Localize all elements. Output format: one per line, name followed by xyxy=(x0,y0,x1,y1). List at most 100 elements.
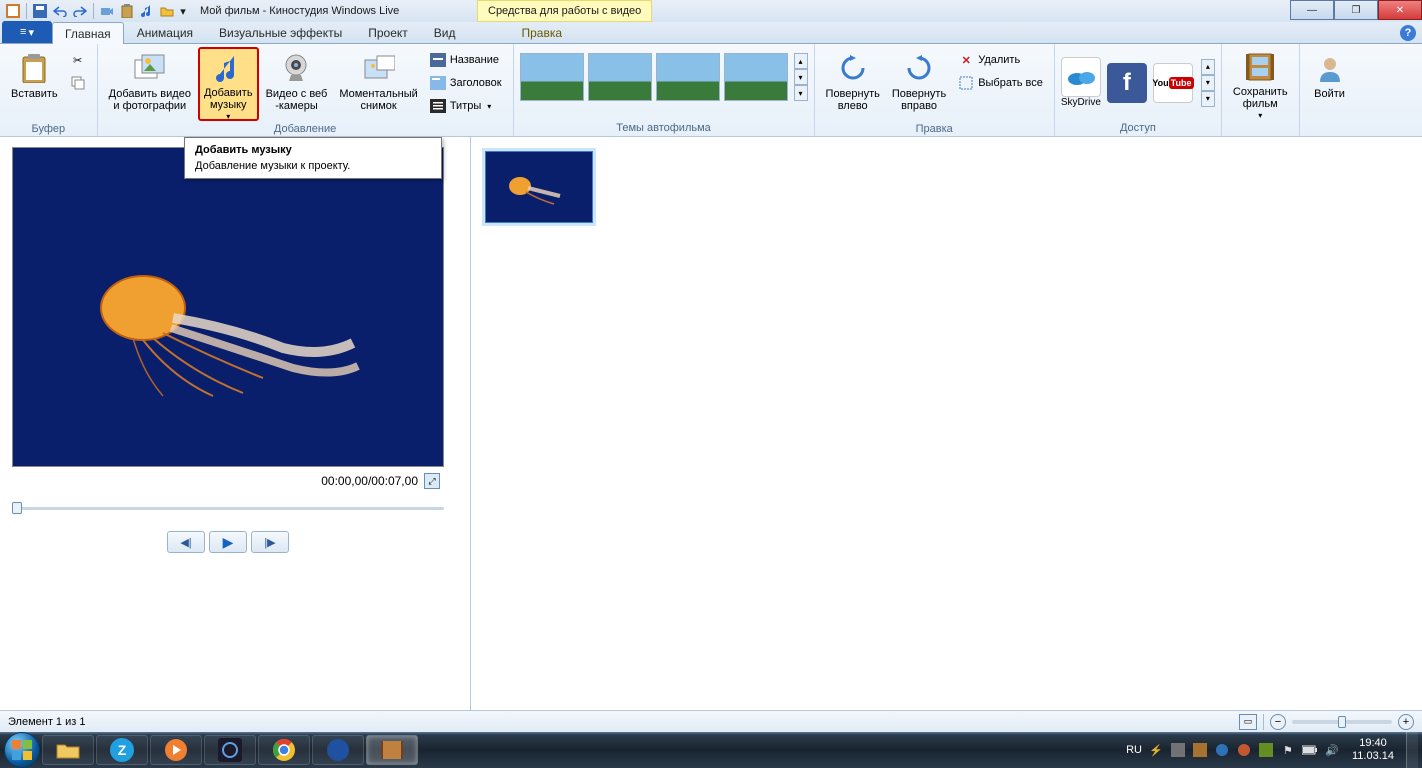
tab-animation[interactable]: Анимация xyxy=(124,21,206,43)
add-videos-photos-button[interactable]: Добавить видео и фотографии xyxy=(104,47,196,121)
quick-access-toolbar: ▾ xyxy=(0,2,192,20)
fullscreen-button[interactable]: ⤢ xyxy=(424,473,440,489)
tray-power-icon[interactable]: ⚡ xyxy=(1148,742,1164,758)
select-all-button[interactable]: Выбрать все xyxy=(953,72,1048,94)
qat-undo-icon[interactable] xyxy=(51,2,69,20)
youtube-button[interactable]: YouTube xyxy=(1153,63,1193,103)
qat-music-icon[interactable] xyxy=(138,2,156,20)
facebook-button[interactable]: f xyxy=(1107,63,1147,103)
group-buffer: Вставить ✂ Буфер xyxy=(0,44,98,136)
qat-redo-icon[interactable] xyxy=(71,2,89,20)
theme-thumb-3[interactable] xyxy=(656,53,720,101)
zoom-slider[interactable] xyxy=(1292,720,1392,724)
time-display: 00:00,00/00:07,00 xyxy=(321,474,418,488)
help-icon[interactable]: ? xyxy=(1400,25,1416,41)
qat-app-icon[interactable] xyxy=(4,2,22,20)
share-scroll-down[interactable]: ▾ xyxy=(1201,75,1215,91)
zoom-out-button[interactable]: − xyxy=(1270,714,1286,730)
tab-edit-context[interactable]: Правка xyxy=(508,21,575,43)
delete-button[interactable]: ✕Удалить xyxy=(953,49,1048,71)
qat-save-icon[interactable] xyxy=(31,2,49,20)
tab-visual-effects[interactable]: Визуальные эффекты xyxy=(206,21,355,43)
signin-button[interactable]: Войти xyxy=(1306,47,1354,121)
task-app-dark[interactable] xyxy=(204,735,256,765)
themes-expand[interactable]: ▾ xyxy=(794,85,808,101)
tray-icon-4[interactable] xyxy=(1236,742,1252,758)
rotate-right-button[interactable]: Повернуть вправо xyxy=(887,47,951,121)
rotate-right-icon xyxy=(903,52,935,84)
tab-project[interactable]: Проект xyxy=(355,21,421,43)
tray-flag-icon[interactable]: ⚑ xyxy=(1280,742,1296,758)
minimize-button[interactable]: — xyxy=(1290,0,1334,20)
tab-view[interactable]: Вид xyxy=(421,21,469,43)
task-media-player[interactable] xyxy=(150,735,202,765)
seek-thumb[interactable] xyxy=(12,502,22,514)
clip-thumbnail[interactable] xyxy=(485,151,593,223)
task-app-z[interactable]: Z xyxy=(96,735,148,765)
window-title: Мой фильм - Киностудия Windows Live xyxy=(200,5,399,17)
start-button[interactable] xyxy=(4,732,40,768)
tray-icon-1[interactable] xyxy=(1170,742,1186,758)
tab-home[interactable]: Главная xyxy=(52,22,124,44)
timeline-pane[interactable] xyxy=(470,137,1422,710)
add-title-button[interactable]: Название xyxy=(425,49,507,71)
play-button[interactable]: ▶ xyxy=(209,531,247,553)
ribbon: Вставить ✂ Буфер Добавить видео и фотогр… xyxy=(0,44,1422,137)
windows-logo-icon xyxy=(11,739,33,761)
snapshot-icon xyxy=(363,52,395,84)
snapshot-button[interactable]: Моментальный снимок xyxy=(334,47,422,121)
theme-thumb-4[interactable] xyxy=(724,53,788,101)
save-movie-button[interactable]: Сохранить фильм▾ xyxy=(1228,47,1293,121)
show-desktop-button[interactable] xyxy=(1406,732,1418,768)
webcam-video-button[interactable]: Видео с веб -камеры xyxy=(261,47,333,121)
tooltip: Добавить музыку Добавление музыки к прое… xyxy=(184,137,442,179)
qat-camera-icon[interactable] xyxy=(98,2,116,20)
seek-bar[interactable] xyxy=(12,501,444,515)
preview-monitor[interactable] xyxy=(12,147,444,467)
tray-volume-icon[interactable]: 🔊 xyxy=(1324,742,1340,758)
paste-button[interactable]: Вставить xyxy=(6,47,63,121)
add-heading-button[interactable]: Заголовок xyxy=(425,72,507,94)
tooltip-title: Добавить музыку xyxy=(195,144,431,156)
maximize-button[interactable]: ❐ xyxy=(1334,0,1378,20)
tray-clock[interactable]: 19:40 11.03.14 xyxy=(1346,737,1400,763)
task-chrome[interactable] xyxy=(258,735,310,765)
share-scroll-up[interactable]: ▴ xyxy=(1201,59,1215,75)
thumbnail-size-button[interactable]: ▭ xyxy=(1239,714,1257,730)
tray-icon-3[interactable] xyxy=(1214,742,1230,758)
tray-battery-icon[interactable] xyxy=(1302,742,1318,758)
theme-thumb-2[interactable] xyxy=(588,53,652,101)
time-display-row: 00:00,00/00:07,00 ⤢ xyxy=(12,467,444,489)
task-movie-maker[interactable] xyxy=(366,735,418,765)
add-credits-button[interactable]: Титры▾ xyxy=(425,95,507,117)
qat-customize-dropdown[interactable]: ▾ xyxy=(178,2,188,20)
skydrive-button[interactable] xyxy=(1061,57,1101,97)
close-button[interactable]: ✕ xyxy=(1378,0,1422,20)
themes-scroll-up[interactable]: ▴ xyxy=(794,53,808,69)
task-firefox[interactable] xyxy=(312,735,364,765)
zoom-in-button[interactable]: + xyxy=(1398,714,1414,730)
language-indicator[interactable]: RU xyxy=(1126,744,1142,756)
zoom-thumb[interactable] xyxy=(1338,716,1346,728)
ribbon-tabs: ≡▾ Главная Анимация Визуальные эффекты П… xyxy=(0,22,1422,44)
tray-nvidia-icon[interactable] xyxy=(1258,742,1274,758)
qat-paste-icon[interactable] xyxy=(118,2,136,20)
select-all-icon xyxy=(958,75,974,91)
tray-icon-2[interactable] xyxy=(1192,742,1208,758)
qat-folder-icon[interactable] xyxy=(158,2,176,20)
task-explorer[interactable] xyxy=(42,735,94,765)
next-frame-button[interactable]: |▶ xyxy=(251,531,289,553)
copy-button[interactable] xyxy=(65,72,91,94)
file-tab[interactable]: ≡▾ xyxy=(2,21,52,43)
add-music-button[interactable]: Добавить музыку▾ xyxy=(198,47,259,121)
jellyfish-thumb-icon xyxy=(504,170,568,210)
rotate-left-button[interactable]: Повернуть влево xyxy=(821,47,885,121)
theme-thumb-1[interactable] xyxy=(520,53,584,101)
share-expand[interactable]: ▾ xyxy=(1201,91,1215,107)
themes-scroll-down[interactable]: ▾ xyxy=(794,69,808,85)
prev-frame-button[interactable]: ◀| xyxy=(167,531,205,553)
title-icon xyxy=(430,52,446,68)
cut-button[interactable]: ✂ xyxy=(65,49,91,71)
photos-icon xyxy=(134,52,166,84)
jellyfish-image xyxy=(83,258,363,398)
